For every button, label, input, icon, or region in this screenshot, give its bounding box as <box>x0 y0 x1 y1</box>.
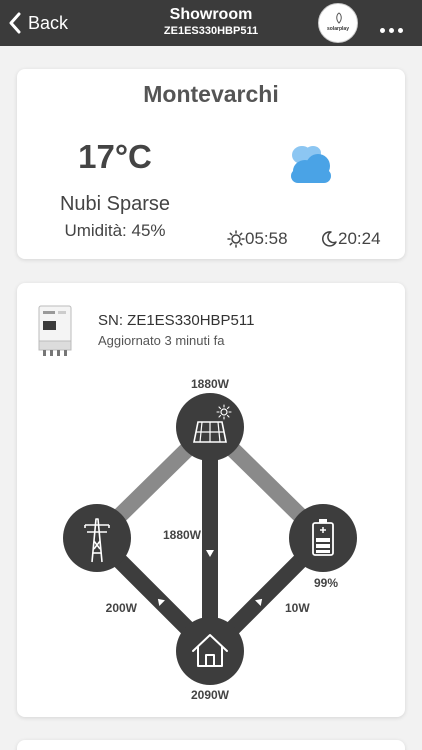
moon-icon <box>321 231 337 247</box>
dot-icon <box>389 28 394 33</box>
energy-flow-diagram: 1880W 1880W 200W 10W 99% 2090W <box>63 377 357 702</box>
energy-flow-card: SN: ZE1ES330HBP511 Aggiornato 3 minuti f… <box>17 283 405 717</box>
battery-soc-label: 99% <box>314 576 338 590</box>
grid-power-label: 200W <box>106 601 138 615</box>
home-power-label: 2090W <box>191 688 230 702</box>
grid-node[interactable] <box>63 504 131 572</box>
leaf-icon <box>336 12 342 24</box>
humidity: Umidità: 45% <box>64 221 166 240</box>
city-name: Montevarchi <box>143 81 279 107</box>
sunrise-time: 05:58 <box>245 229 288 248</box>
sunset-time: 20:24 <box>338 229 381 248</box>
dot-icon <box>380 28 385 33</box>
back-label: Back <box>28 12 69 33</box>
cloud-icon <box>291 146 331 183</box>
battery-power-label: 10W <box>285 601 310 615</box>
brand-logo-button[interactable]: solarplay <box>318 3 358 43</box>
solar-to-home-label: 1880W <box>163 528 202 542</box>
solar-node[interactable] <box>176 393 244 461</box>
more-menu-button[interactable] <box>380 20 412 33</box>
logo-text: solarplay <box>327 26 349 32</box>
temperature: 17°C <box>78 138 152 175</box>
weather-condition: Nubi Sparse <box>59 193 171 215</box>
home-node[interactable] <box>176 617 244 685</box>
sun-icon <box>227 230 245 248</box>
next-card <box>17 740 405 750</box>
weather-card: Montevarchi 17°C Nubi Sparse Umidità: 45… <box>17 69 405 259</box>
sunset: 20:24 <box>320 229 381 249</box>
battery-node[interactable] <box>289 504 357 572</box>
dot-icon <box>398 28 403 33</box>
top-bar: Back Showroom ZE1ES330HBP511 solarplay <box>0 0 422 46</box>
solar-power-label: 1880W <box>191 377 230 391</box>
sunrise: 05:58 <box>227 229 288 249</box>
back-button[interactable]: Back <box>8 9 68 37</box>
chevron-left-icon <box>9 12 21 34</box>
